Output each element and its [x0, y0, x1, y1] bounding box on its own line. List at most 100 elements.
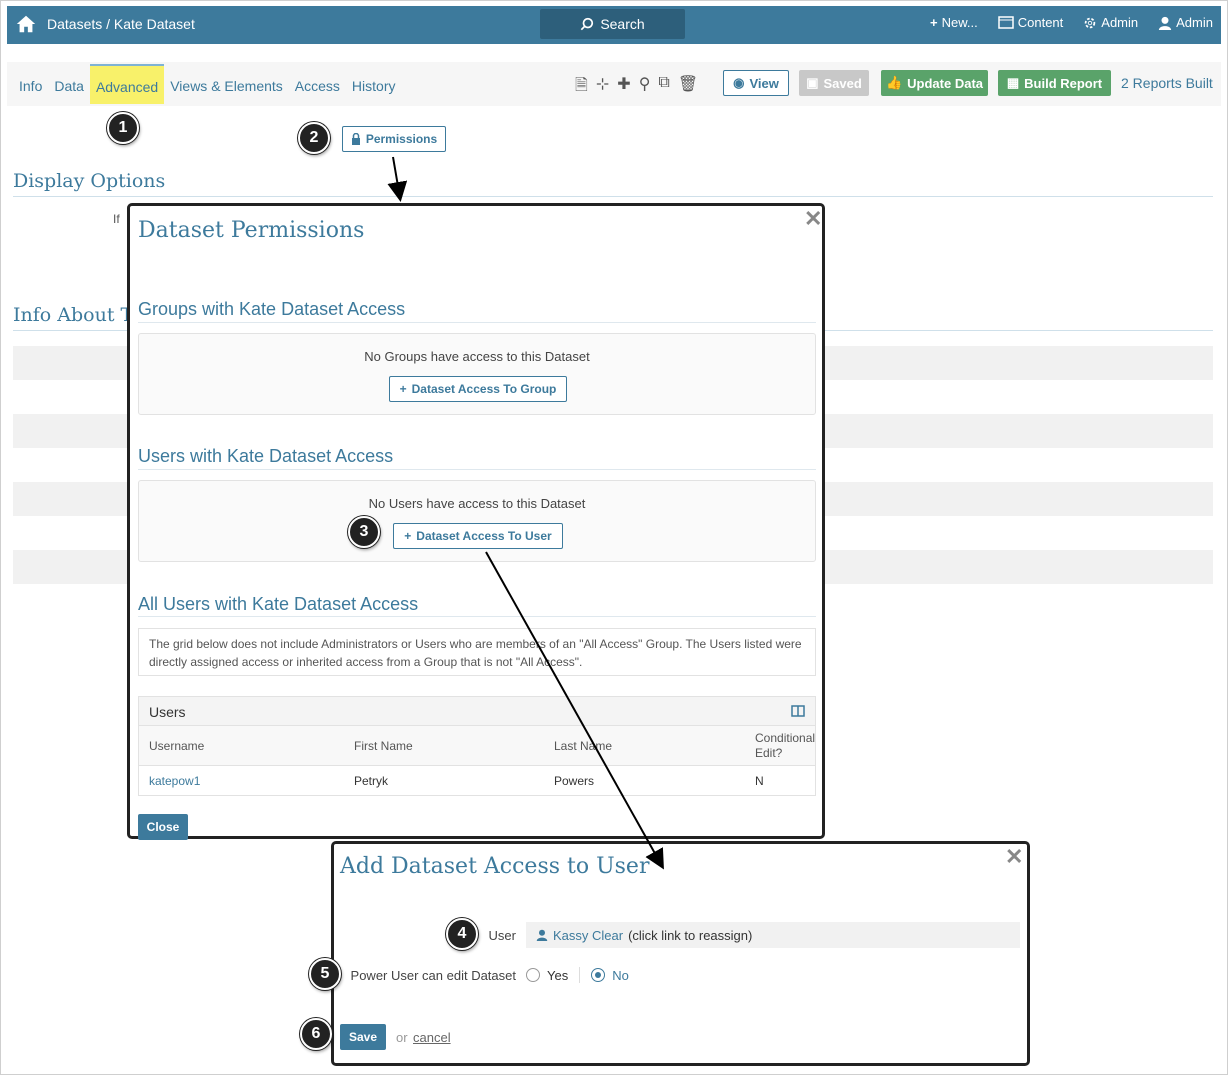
user-link[interactable]: Kassy Clear [553, 928, 623, 943]
no-radio[interactable] [591, 968, 606, 982]
permissions-label: Permissions [365, 132, 438, 146]
content-menu[interactable]: Content [997, 15, 1063, 30]
step-badge-3: 3 [348, 516, 380, 548]
step-badge-5: 5 [309, 958, 341, 990]
plus-icon: + [930, 15, 938, 30]
update-label: Update Data [907, 75, 984, 91]
last-name-cell: Powers [554, 774, 595, 788]
groups-panel: No Groups have access to this Dataset + D… [138, 333, 816, 415]
search-button[interactable]: Search [540, 9, 685, 39]
tab-views-elements[interactable]: Views & Elements [164, 68, 289, 104]
folder-icon [997, 16, 1014, 29]
new-label: New... [941, 15, 978, 30]
step-badge-4: 4 [446, 918, 478, 950]
add-icon[interactable]: ✚ [617, 74, 630, 101]
trash-icon[interactable]: 🗑 [678, 74, 698, 101]
step-badge-1: 1 [107, 112, 139, 144]
yes-label: Yes [547, 967, 569, 983]
add-group-access-button[interactable]: + Dataset Access To Group [389, 376, 567, 402]
username-link[interactable]: katepow1 [149, 774, 200, 788]
close-button[interactable]: Close [138, 814, 188, 840]
users-empty-message: No Users have access to this Dataset [368, 496, 586, 511]
divider [138, 322, 816, 323]
breadcrumb[interactable]: Datasets / Kate Dataset [47, 16, 195, 32]
saved-button[interactable]: ▣ Saved [799, 70, 869, 96]
display-options-heading: Display Options [13, 170, 166, 192]
divider [13, 196, 1213, 197]
user-label: Admin [1176, 15, 1213, 30]
document-icon[interactable]: 🗎 [575, 74, 588, 101]
lock-icon [351, 133, 360, 145]
all-users-heading: All Users with Kate Dataset Access [138, 594, 419, 614]
save-button[interactable]: Save [340, 1024, 386, 1050]
tab-bar: Info Data Advanced Views & Elements Acce… [7, 62, 1221, 106]
tab-info[interactable]: Info [13, 68, 48, 104]
thumbs-up-icon: 👍 [885, 75, 903, 90]
hierarchy-icon[interactable]: ⊹ [596, 74, 609, 101]
grid-title: Users [149, 704, 186, 720]
eye-icon: ◉ [733, 75, 745, 90]
add-user-access-button[interactable]: + Dataset Access To User [393, 523, 563, 549]
table-icon: ▦ [1006, 75, 1020, 90]
add-group-label: Dataset Access To Group [411, 382, 557, 396]
new-menu[interactable]: + New... [930, 15, 978, 30]
tab-history[interactable]: History [346, 68, 402, 104]
floppy-icon: ▣ [806, 75, 819, 90]
plus-icon: + [404, 529, 412, 543]
modal-title: Add Dataset Access to User [340, 854, 650, 879]
users-heading: Users with Kate Dataset Access [138, 446, 394, 466]
reports-built-link[interactable]: 2 Reports Built [1121, 75, 1213, 91]
search-icon [581, 17, 594, 31]
top-nav-bar: Datasets / Kate Dataset Search + New... C… [7, 6, 1221, 44]
home-icon[interactable] [15, 13, 37, 35]
divider [138, 616, 816, 617]
magnify-icon[interactable]: ⚲ [639, 74, 651, 101]
groups-heading: Groups with Kate Dataset Access [138, 299, 406, 319]
gear-icon [1085, 17, 1096, 28]
update-data-button[interactable]: 👍 Update Data [881, 70, 988, 96]
close-icon[interactable]: ✕ [1005, 844, 1023, 870]
admin-label: Admin [1101, 15, 1139, 30]
user-icon [536, 929, 548, 941]
tab-advanced[interactable]: Advanced [89, 64, 165, 104]
build-label: Build Report [1024, 75, 1103, 91]
saved-label: Saved [823, 75, 862, 91]
add-dataset-access-modal: ✕ Add Dataset Access to User User Kassy … [331, 841, 1030, 1066]
admin-menu[interactable]: Admin [1083, 15, 1138, 30]
close-icon[interactable]: ✕ [804, 206, 822, 232]
step-badge-6: 6 [300, 1018, 332, 1050]
tab-access[interactable]: Access [289, 68, 346, 104]
column-header[interactable]: Last Name [554, 739, 612, 753]
power-user-label: Power User can edit Dataset [350, 968, 516, 983]
user-field: Kassy Clear (click link to reassign) [526, 922, 1020, 948]
info-about-heading: Info About Th [13, 304, 146, 326]
table-row: katepow1 Petryk Powers N [139, 766, 815, 796]
column-header[interactable]: First Name [354, 739, 413, 753]
column-header[interactable]: Username [149, 739, 204, 753]
user-icon [1159, 16, 1172, 30]
display-options-text: If [113, 212, 120, 226]
view-button[interactable]: ◉ View [723, 70, 789, 96]
or-text: or [396, 1030, 408, 1045]
plus-icon: + [399, 382, 407, 396]
build-report-button[interactable]: ▦ Build Report [998, 70, 1111, 96]
divider [579, 967, 581, 983]
yes-radio[interactable] [526, 968, 540, 982]
permissions-button[interactable]: Permissions [342, 126, 446, 152]
copy-icon[interactable]: ⧉ [658, 74, 669, 101]
search-label: Search [600, 16, 645, 32]
column-header[interactable]: Conditional Edit? [755, 731, 817, 761]
divider [138, 469, 816, 470]
grid-note: The grid below does not include Administ… [138, 628, 816, 676]
columns-icon[interactable] [791, 705, 805, 717]
groups-empty-message: No Groups have access to this Dataset [364, 349, 590, 364]
conditional-edit-cell: N [755, 774, 764, 788]
cancel-link[interactable]: cancel [413, 1030, 451, 1045]
add-user-label: Dataset Access To User [416, 529, 552, 543]
tab-data[interactable]: Data [48, 68, 90, 104]
user-menu[interactable]: Admin [1158, 15, 1213, 30]
no-label: No [612, 967, 629, 983]
users-grid: Users Username First Name Last Name Cond… [138, 696, 816, 796]
dataset-permissions-modal: ✕ Dataset Permissions Groups with Kate D… [127, 203, 825, 840]
view-label: View [749, 75, 779, 91]
